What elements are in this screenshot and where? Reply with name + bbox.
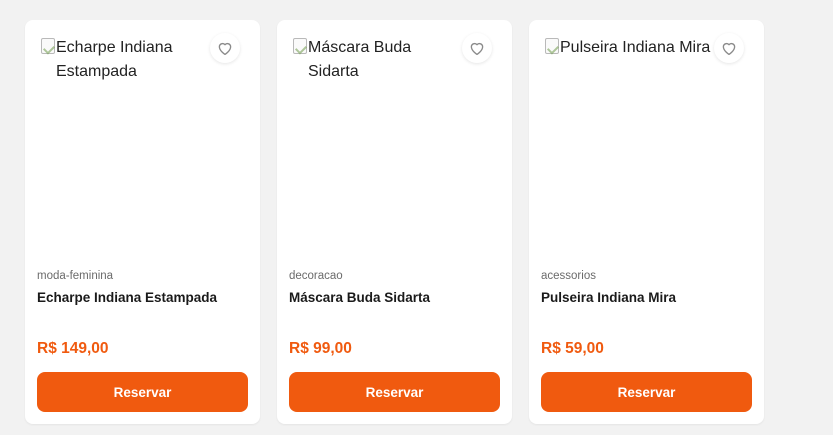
product-category: decoracao [289,270,343,282]
product-image[interactable]: Máscara Buda Sidarta [289,20,500,260]
product-price: R$ 99,00 [289,340,352,357]
favorite-button[interactable] [714,33,744,63]
broken-image-icon [545,38,559,54]
image-alt-text: Máscara Buda Sidarta [308,39,412,80]
heart-icon [722,42,736,56]
product-card: Pulseira Indiana Mira acessorios Pulseir… [529,20,764,424]
reserve-button[interactable]: Reservar [37,372,248,412]
product-image[interactable]: Pulseira Indiana Mira [541,20,752,260]
favorite-button[interactable] [462,33,492,63]
product-price: R$ 59,00 [541,340,604,357]
product-name[interactable]: Máscara Buda Sidarta [289,290,430,305]
image-alt-text: Echarpe Indiana Estampada [56,39,173,80]
broken-image-placeholder: Echarpe Indiana Estampada [41,36,211,84]
product-price: R$ 149,00 [37,340,109,357]
heart-icon [218,42,232,56]
broken-image-placeholder: Máscara Buda Sidarta [293,36,463,84]
product-name[interactable]: Pulseira Indiana Mira [541,290,676,305]
image-alt-text: Pulseira Indiana Mira [560,39,711,56]
product-grid: Echarpe Indiana Estampada moda-feminina … [25,20,764,424]
product-name[interactable]: Echarpe Indiana Estampada [37,290,217,305]
broken-image-placeholder: Pulseira Indiana Mira [545,36,715,60]
reserve-button[interactable]: Reservar [541,372,752,412]
product-category: moda-feminina [37,270,114,282]
heart-icon [470,42,484,56]
product-category: acessorios [541,270,596,282]
broken-image-icon [293,38,307,54]
favorite-button[interactable] [210,33,240,63]
product-card: Echarpe Indiana Estampada moda-feminina … [25,20,260,424]
product-card: Máscara Buda Sidarta decoracao Máscara B… [277,20,512,424]
product-image[interactable]: Echarpe Indiana Estampada [37,20,248,260]
reserve-button[interactable]: Reservar [289,372,500,412]
broken-image-icon [41,38,55,54]
